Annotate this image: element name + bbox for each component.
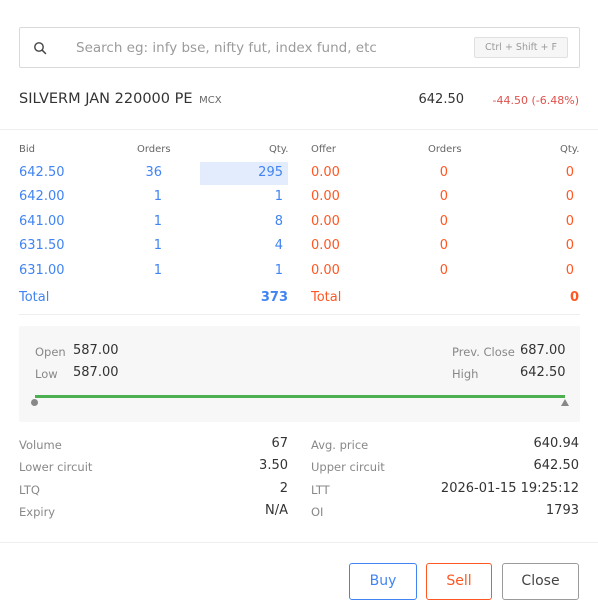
- bid-orders-header: Orders: [137, 144, 171, 155]
- bid-qty: 1: [274, 189, 283, 205]
- search-input[interactable]: [76, 36, 476, 60]
- buy-button[interactable]: Buy: [349, 563, 417, 600]
- ltq-value: 2: [279, 481, 288, 496]
- instrument-symbol: SILVERM JAN 220000 PE: [19, 91, 193, 107]
- search-icon: [34, 42, 47, 55]
- search-box[interactable]: Ctrl + Shift + F: [19, 27, 580, 68]
- offer-orders: 0: [439, 189, 448, 205]
- offer-qty-header: Qty.: [560, 144, 580, 155]
- last-price: 642.50: [418, 92, 465, 107]
- offer-qty: 0: [565, 238, 574, 254]
- bid-total-label: Total: [19, 290, 50, 305]
- upper-circuit-label: Upper circuit: [311, 460, 385, 474]
- instrument-title: SILVERM JAN 220000 PE MCX: [19, 91, 222, 107]
- offer-orders: 0: [439, 238, 448, 254]
- bid-price: 631.00: [19, 262, 65, 278]
- bid-qty: 4: [274, 238, 283, 254]
- divider: [0, 129, 598, 130]
- volume-value: 67: [271, 436, 288, 451]
- avg-price-value: 640.94: [533, 436, 580, 451]
- open-value: 587.00: [73, 343, 119, 358]
- bid-qty: 8: [274, 213, 283, 229]
- bid-qty-header: Qty.: [269, 144, 289, 155]
- bid-orders: 1: [153, 238, 162, 254]
- range-ltp-marker: [561, 399, 569, 406]
- offer-qty: 0: [565, 189, 574, 205]
- offer-header: Offer: [311, 144, 337, 155]
- offer-qty: 0: [565, 262, 574, 278]
- offer-price: 0.00: [311, 262, 340, 278]
- bid-qty: 1: [274, 262, 283, 278]
- oi-value: 1793: [545, 503, 579, 518]
- sell-button[interactable]: Sell: [426, 563, 492, 600]
- offer-orders: 0: [439, 213, 448, 229]
- volume-label: Volume: [19, 438, 62, 452]
- bid-orders: 1: [153, 262, 162, 278]
- bid-price: 631.50: [19, 238, 65, 254]
- range-low-marker: [31, 399, 38, 406]
- expiry-value: N/A: [265, 503, 288, 518]
- exchange-label: MCX: [199, 95, 222, 106]
- open-label: Open: [35, 345, 66, 359]
- offer-qty: 0: [565, 213, 574, 229]
- offer-orders: 0: [439, 165, 448, 180]
- day-range-bar: [35, 395, 565, 398]
- ltq-label: LTQ: [19, 483, 40, 497]
- oi-label: OI: [311, 505, 324, 519]
- offer-orders: 0: [439, 262, 448, 278]
- bid-price: 641.00: [19, 213, 65, 229]
- bid-total: 373: [260, 290, 288, 305]
- shortcut-hint: Ctrl + Shift + F: [474, 37, 568, 58]
- bid-orders: 36: [145, 165, 162, 180]
- bid-header: Bid: [19, 144, 35, 155]
- low-value: 587.00: [73, 365, 119, 380]
- prev-close-label: Prev. Close: [452, 345, 515, 359]
- offer-total-label: Total: [311, 290, 342, 305]
- offer-price: 0.00: [311, 213, 340, 229]
- low-label: Low: [35, 367, 58, 381]
- price-change: -44.50 (-6.48%): [492, 94, 579, 107]
- offer-price: 0.00: [311, 165, 340, 180]
- offer-orders-header: Orders: [428, 144, 462, 155]
- bid-orders: 1: [153, 213, 162, 229]
- upper-circuit-value: 642.50: [533, 458, 580, 473]
- divider: [19, 314, 580, 315]
- bid-qty: 295: [258, 165, 283, 180]
- prev-close-value: 687.00: [520, 343, 566, 358]
- offer-price: 0.00: [311, 238, 340, 254]
- bid-price: 642.50: [19, 165, 65, 180]
- expiry-label: Expiry: [19, 505, 56, 519]
- ltt-label: LTT: [311, 483, 330, 497]
- avg-price-label: Avg. price: [311, 438, 369, 452]
- offer-price: 0.00: [311, 189, 340, 205]
- high-label: High: [452, 367, 479, 381]
- bid-orders: 1: [153, 189, 162, 205]
- ltt-value: 2026-01-15 19:25:12: [440, 481, 579, 496]
- offer-qty: 0: [565, 165, 574, 180]
- lower-circuit-value: 3.50: [259, 458, 288, 473]
- divider: [0, 542, 598, 543]
- lower-circuit-label: Lower circuit: [19, 460, 93, 474]
- high-value: 642.50: [520, 365, 566, 380]
- bid-price: 642.00: [19, 189, 65, 205]
- close-button[interactable]: Close: [502, 563, 579, 600]
- offer-total: 0: [569, 290, 579, 305]
